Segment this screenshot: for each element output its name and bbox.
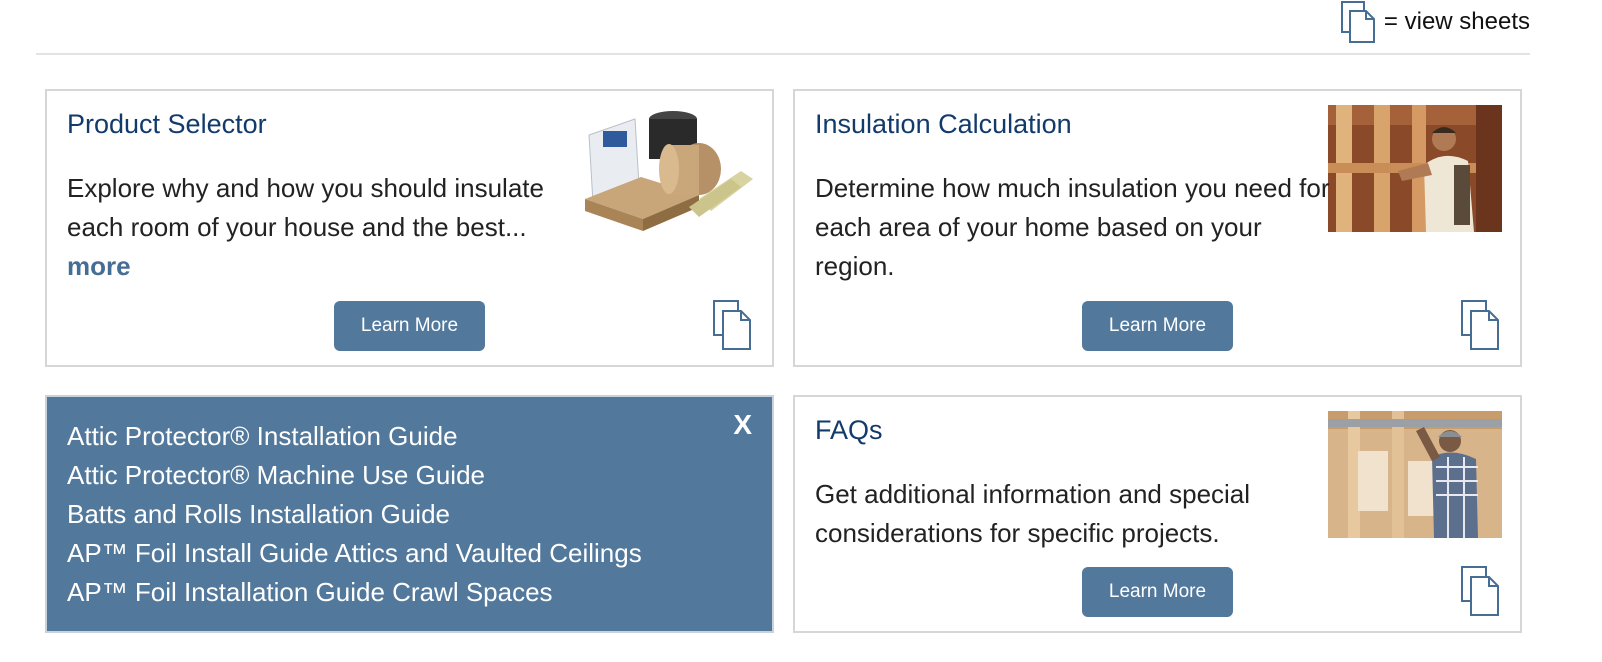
guide-link[interactable]: Attic Protector® Machine Use Guide xyxy=(67,456,642,495)
card-description: Explore why and how you should insulate … xyxy=(67,169,587,286)
card-description: Determine how much insulation you need f… xyxy=(815,173,1330,281)
view-sheets-icon[interactable] xyxy=(711,299,753,351)
guide-link[interactable]: AP™ Foil Install Guide Attics and Vaulte… xyxy=(67,534,642,573)
worker-framing-image xyxy=(1328,105,1502,232)
legend-label: = view sheets xyxy=(1383,8,1530,35)
more-link[interactable]: more xyxy=(67,251,131,281)
guide-link[interactable]: Batts and Rolls Installation Guide xyxy=(67,495,642,534)
guides-list: Attic Protector® Installation Guide Atti… xyxy=(67,417,642,612)
guide-link[interactable]: Attic Protector® Installation Guide xyxy=(67,417,642,456)
guide-link[interactable]: AP™ Foil Installation Guide Crawl Spaces xyxy=(67,573,642,612)
learn-more-button[interactable]: Learn More xyxy=(1082,567,1233,617)
header-divider xyxy=(36,53,1530,55)
installation-guides-panel: Attic Protector® Installation Guide Atti… xyxy=(45,395,774,633)
product-selector-card: Product Selector Explore why and how you… xyxy=(45,89,774,367)
view-sheets-legend: = view sheets xyxy=(1338,0,1530,44)
card-title: Product Selector xyxy=(67,109,267,139)
faqs-card: FAQs Get additional information and spec… xyxy=(793,395,1522,633)
view-sheets-icon xyxy=(1340,1,1375,43)
insulation-calculation-card: Insulation Calculation Determine how muc… xyxy=(793,89,1522,367)
insulation-products-image xyxy=(581,107,756,232)
installer-attic-image xyxy=(1328,411,1502,538)
learn-more-button[interactable]: Learn More xyxy=(334,301,485,351)
card-description: Get additional information and special c… xyxy=(815,479,1251,548)
view-sheets-icon[interactable] xyxy=(1459,299,1501,351)
card-title: FAQs xyxy=(815,415,883,445)
card-title: Insulation Calculation xyxy=(815,109,1072,139)
close-button[interactable]: X xyxy=(733,409,752,441)
card-description-text: Explore why and how you should insulate … xyxy=(67,173,544,242)
view-sheets-icon[interactable] xyxy=(1459,565,1501,617)
learn-more-button[interactable]: Learn More xyxy=(1082,301,1233,351)
